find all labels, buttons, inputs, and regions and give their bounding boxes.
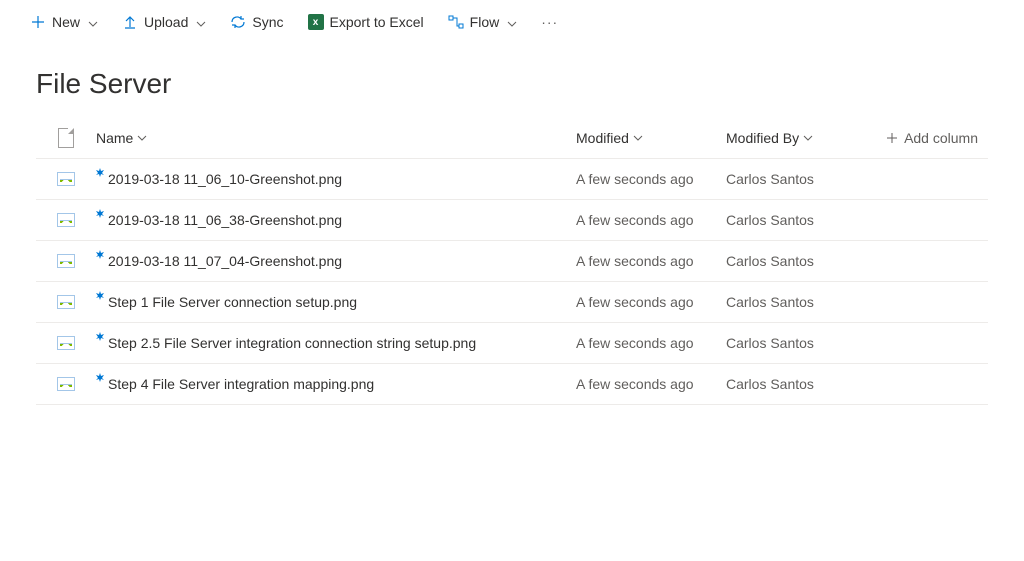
new-item-icon <box>96 294 106 304</box>
file-name: 2019-03-18 11_06_38-Greenshot.png <box>108 212 342 228</box>
chevron-down-icon <box>507 14 517 30</box>
list-body: 2019-03-18 11_06_10-Greenshot.png A few s… <box>36 159 988 405</box>
more-button[interactable]: ··· <box>531 8 568 36</box>
file-name-cell[interactable]: 2019-03-18 11_06_10-Greenshot.png <box>96 171 576 187</box>
table-row[interactable]: 2019-03-18 11_06_10-Greenshot.png A few s… <box>36 159 988 200</box>
file-type-cell <box>36 336 96 350</box>
flow-icon <box>448 14 464 30</box>
new-item-icon <box>96 253 106 263</box>
new-label: New <box>52 14 80 30</box>
modified-cell: A few seconds ago <box>576 253 726 269</box>
column-type[interactable] <box>36 128 96 148</box>
modified-by-cell: Carlos Santos <box>726 212 886 228</box>
file-type-cell <box>36 377 96 391</box>
new-item-icon <box>96 335 106 345</box>
plus-icon <box>886 132 898 144</box>
table-row[interactable]: Step 2.5 File Server integration connect… <box>36 323 988 364</box>
modified-by-cell: Carlos Santos <box>726 335 886 351</box>
flow-label: Flow <box>470 14 500 30</box>
file-name: Step 4 File Server integration mapping.p… <box>108 376 374 392</box>
modified-by-cell: Carlos Santos <box>726 171 886 187</box>
modified-cell: A few seconds ago <box>576 294 726 310</box>
modified-cell: A few seconds ago <box>576 171 726 187</box>
table-row[interactable]: Step 4 File Server integration mapping.p… <box>36 364 988 405</box>
image-file-icon <box>57 254 75 268</box>
command-bar: New Upload Sync x Export to Excel Flow <box>0 0 1024 44</box>
file-name-cell[interactable]: 2019-03-18 11_06_38-Greenshot.png <box>96 212 576 228</box>
new-item-icon <box>96 171 106 181</box>
column-modified[interactable]: Modified <box>576 130 726 146</box>
image-file-icon <box>57 377 75 391</box>
modified-cell: A few seconds ago <box>576 212 726 228</box>
chevron-down-icon <box>633 135 643 141</box>
add-column-button[interactable]: Add column <box>886 130 988 146</box>
file-name-cell[interactable]: Step 2.5 File Server integration connect… <box>96 335 576 351</box>
export-label: Export to Excel <box>330 14 424 30</box>
page-title: File Server <box>0 44 1024 118</box>
new-item-icon <box>96 212 106 222</box>
sync-icon <box>230 14 246 30</box>
sync-button[interactable]: Sync <box>220 8 293 36</box>
export-excel-button[interactable]: x Export to Excel <box>298 8 434 36</box>
chevron-down-icon <box>803 135 813 141</box>
flow-button[interactable]: Flow <box>438 8 528 36</box>
file-list: Name Modified Modified By Add column 201… <box>0 118 1024 405</box>
modified-by-cell: Carlos Santos <box>726 294 886 310</box>
image-file-icon <box>57 213 75 227</box>
column-modified-by[interactable]: Modified By <box>726 130 886 146</box>
image-file-icon <box>57 172 75 186</box>
table-row[interactable]: 2019-03-18 11_06_38-Greenshot.png A few s… <box>36 200 988 241</box>
file-type-cell <box>36 172 96 186</box>
file-name: 2019-03-18 11_06_10-Greenshot.png <box>108 171 342 187</box>
plus-icon <box>30 14 46 30</box>
column-modified-label: Modified <box>576 130 629 146</box>
image-file-icon <box>57 295 75 309</box>
upload-button[interactable]: Upload <box>112 8 216 36</box>
new-button[interactable]: New <box>20 8 108 36</box>
modified-by-cell: Carlos Santos <box>726 253 886 269</box>
file-name-cell[interactable]: 2019-03-18 11_07_04-Greenshot.png <box>96 253 576 269</box>
chevron-down-icon <box>88 14 98 30</box>
column-name[interactable]: Name <box>96 130 576 146</box>
upload-icon <box>122 14 138 30</box>
document-icon <box>58 128 74 148</box>
file-type-cell <box>36 213 96 227</box>
file-type-cell <box>36 295 96 309</box>
file-type-cell <box>36 254 96 268</box>
modified-cell: A few seconds ago <box>576 335 726 351</box>
sync-label: Sync <box>252 14 283 30</box>
add-column-label: Add column <box>904 130 978 146</box>
chevron-down-icon <box>196 14 206 30</box>
more-icon: ··· <box>541 14 558 30</box>
table-row[interactable]: 2019-03-18 11_07_04-Greenshot.png A few s… <box>36 241 988 282</box>
upload-label: Upload <box>144 14 188 30</box>
file-name: Step 1 File Server connection setup.png <box>108 294 357 310</box>
file-name-cell[interactable]: Step 1 File Server connection setup.png <box>96 294 576 310</box>
excel-icon: x <box>308 14 324 30</box>
table-row[interactable]: Step 1 File Server connection setup.png A… <box>36 282 988 323</box>
file-name: Step 2.5 File Server integration connect… <box>108 335 476 351</box>
column-name-label: Name <box>96 130 133 146</box>
file-name-cell[interactable]: Step 4 File Server integration mapping.p… <box>96 376 576 392</box>
image-file-icon <box>57 336 75 350</box>
new-item-icon <box>96 376 106 386</box>
chevron-down-icon <box>137 135 147 141</box>
file-name: 2019-03-18 11_07_04-Greenshot.png <box>108 253 342 269</box>
list-header: Name Modified Modified By Add column <box>36 118 988 159</box>
column-modified-by-label: Modified By <box>726 130 799 146</box>
modified-cell: A few seconds ago <box>576 376 726 392</box>
modified-by-cell: Carlos Santos <box>726 376 886 392</box>
